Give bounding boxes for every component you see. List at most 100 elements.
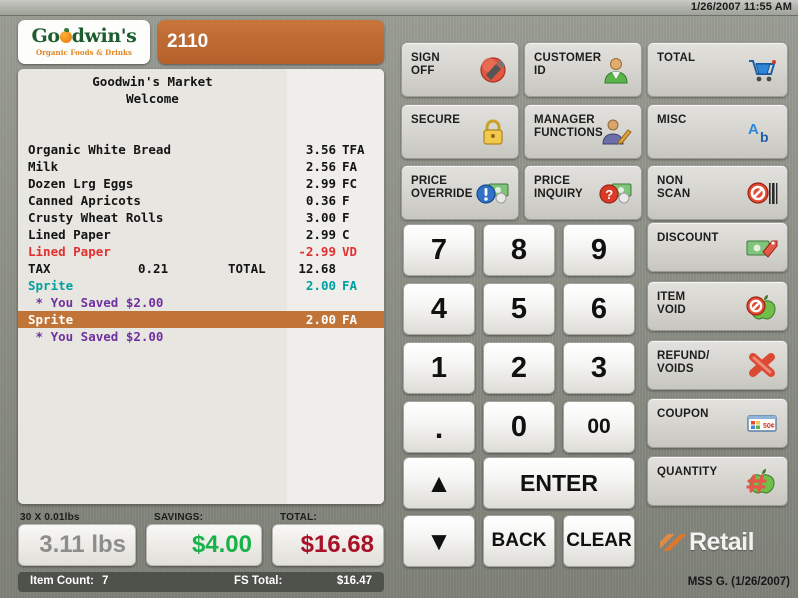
function-button-discount[interactable]: DISCOUNT xyxy=(647,222,788,272)
function-button-coupon[interactable]: COUPON 50¢ xyxy=(647,398,788,448)
svg-text:b: b xyxy=(760,129,769,145)
orange-fruit-icon xyxy=(59,28,72,43)
receipt-line-item[interactable]: * You Saved $2.00 xyxy=(18,328,384,345)
retail-brand-logo: Retail xyxy=(660,528,755,557)
function-button-label: REFUND/VOIDS xyxy=(657,350,710,375)
keypad-clear-button[interactable]: CLEAR xyxy=(563,515,635,567)
weight-label: 30 X 0.01lbs xyxy=(20,512,80,523)
logo-text-part2: dwin's xyxy=(71,25,137,47)
sign-off-plug-icon xyxy=(476,55,510,85)
function-button-manager-functions[interactable]: MANAGER FUNCTIONS xyxy=(524,104,642,159)
receipt-item-tax-code: FA xyxy=(342,278,358,293)
function-button-misc[interactable]: MISC Ab xyxy=(647,104,788,159)
function-button-secure[interactable]: SECURE xyxy=(401,104,519,159)
receipt-item-description: * You Saved $2.00 xyxy=(28,329,164,344)
retail-logo-text: Retail xyxy=(689,528,755,556)
function-button-customer-id[interactable]: CUSTOMER ID xyxy=(524,42,642,97)
receipt-item-amount: 2.99 xyxy=(305,176,336,191)
store-logo-text: Go dwin's xyxy=(32,27,137,46)
receipt-item-amount: 2.00 xyxy=(305,278,336,293)
receipt-item-description: Organic White Bread xyxy=(28,142,171,157)
receipt-line-item[interactable]: Sprite 2.00 FA xyxy=(18,277,384,294)
ab-letters-icon: Ab xyxy=(745,117,779,147)
keypad-enter-button[interactable]: ENTER xyxy=(483,457,635,509)
receipt-item-amount: 12.68 xyxy=(298,261,336,276)
receipt-item-description: Sprite xyxy=(28,278,74,293)
receipt-item-tax-code: F xyxy=(342,210,350,225)
keypad-down-arrow-button[interactable]: ▼ xyxy=(403,515,475,567)
keypad-key-9[interactable]: 9 xyxy=(563,224,635,276)
receipt-line-item[interactable]: Lined Paper 2.99 C xyxy=(18,226,384,243)
store-tagline: Organic Foods & Drinks xyxy=(35,48,133,57)
keypad-key-6[interactable]: 6 xyxy=(563,283,635,335)
fs-total-label: FS Total: xyxy=(234,575,283,587)
keypad-up-arrow-button[interactable]: ▲ xyxy=(403,457,475,509)
receipt-spacer xyxy=(18,107,384,141)
keypad-key-4[interactable]: 4 xyxy=(403,283,475,335)
receipt-line-item[interactable]: Organic White Bread 3.56 TFA xyxy=(18,141,384,158)
keypad-key-1[interactable]: 1 xyxy=(403,342,475,394)
total-label: TOTAL: xyxy=(280,512,317,523)
receipt-total-label: TOTAL xyxy=(228,261,266,276)
receipt-header-line: Welcome xyxy=(126,91,179,106)
operator-status: MSS G. (1/26/2007) xyxy=(687,576,790,588)
store-logo: Go dwin's Organic Foods & Drinks xyxy=(18,20,150,64)
function-button-label: MISC xyxy=(657,114,687,126)
keypad-key-decimal[interactable]: . xyxy=(403,401,475,453)
function-button-refund-voids[interactable]: REFUND/VOIDS xyxy=(647,340,788,390)
receipt-item-description: * You Saved $2.00 xyxy=(28,295,164,310)
function-button-non-scan[interactable]: NON SCAN xyxy=(647,165,788,220)
receipt-item-amount: 2.56 xyxy=(305,159,336,174)
function-button-label: PRICE INQUIRY xyxy=(534,175,583,200)
function-button-price-inquiry[interactable]: PRICE INQUIRY? xyxy=(524,165,642,220)
receipt-item-amount: 3.56 xyxy=(305,142,336,157)
keypad-key-8[interactable]: 8 xyxy=(483,224,555,276)
receipt-line-item[interactable]: Lined Paper -2.99 VD xyxy=(18,243,384,260)
function-button-label: QUANTITY xyxy=(657,466,718,478)
keypad-key-00[interactable]: 00 xyxy=(563,401,635,453)
receipt-panel[interactable]: Goodwin's Market Welcome Organic White Bre… xyxy=(18,69,384,504)
receipt-item-description: Canned Apricots xyxy=(28,193,141,208)
receipt-line-item[interactable]: Dozen Lrg Eggs 2.99 FC xyxy=(18,175,384,192)
keypad-key-5[interactable]: 5 xyxy=(483,283,555,335)
receipt-line-list: Goodwin's Market Welcome Organic White Bre… xyxy=(18,69,384,345)
no-barcode-icon xyxy=(745,178,779,208)
receipt-item-amount: 3.00 xyxy=(305,210,336,225)
keypad-key-3[interactable]: 3 xyxy=(563,342,635,394)
receipt-line-item[interactable]: Sprite 2.00 FA xyxy=(18,311,384,328)
receipt-item-tax-code: C xyxy=(342,227,350,242)
receipt-item-tax-code: FA xyxy=(342,159,358,174)
savings-label: SAVINGS: xyxy=(154,512,204,523)
no-apple-icon xyxy=(745,291,779,321)
function-button-label: NON SCAN xyxy=(657,175,691,200)
receipt-item-description: Lined Paper xyxy=(28,227,111,242)
coupon-ticket-icon: 50¢ xyxy=(745,408,779,438)
receipt-item-tax-code: FA xyxy=(342,312,358,327)
keypad-key-0[interactable]: 0 xyxy=(483,401,555,453)
keypad-key-2[interactable]: 2 xyxy=(483,342,555,394)
svg-text:A: A xyxy=(748,121,759,138)
logo-text-part1: Go xyxy=(31,25,61,47)
receipt-line-item[interactable]: Crusty Wheat Rolls 3.00 F xyxy=(18,209,384,226)
function-button-price-override[interactable]: PRICE OVERRIDE xyxy=(401,165,519,220)
function-button-item-void[interactable]: ITEM VOID xyxy=(647,281,788,331)
function-button-total[interactable]: TOTAL xyxy=(647,42,788,97)
padlock-icon xyxy=(476,117,510,147)
receipt-item-amount: 2.99 xyxy=(305,227,336,242)
function-button-quantity[interactable]: QUANTITY xyxy=(647,456,788,506)
receipt-tax-amount: 0.21 xyxy=(138,261,169,276)
receipt-line-item[interactable]: Canned Apricots 0.36 F xyxy=(18,192,384,209)
status-bar: Item Count: 7 FS Total: $16.47 xyxy=(18,572,384,592)
svg-text:?: ? xyxy=(605,187,613,202)
receipt-header-line: Goodwin's Market xyxy=(92,74,213,89)
receipt-line-item[interactable]: Milk 2.56 FA xyxy=(18,158,384,175)
receipt-line-item[interactable]: * You Saved $2.00 xyxy=(18,294,384,311)
receipt-item-amount: -2.99 xyxy=(298,244,336,259)
function-button-sign-off[interactable]: SIGN OFF xyxy=(401,42,519,97)
receipt-item-amount: 0.36 xyxy=(305,193,336,208)
total-display: $16.68 xyxy=(272,524,384,566)
receipt-line-item[interactable]: TAX 0.21 TOTAL 12.68 xyxy=(18,260,384,277)
keypad-key-7[interactable]: 7 xyxy=(403,224,475,276)
red-question-money-icon: ? xyxy=(599,178,633,208)
keypad-back-button[interactable]: BACK xyxy=(483,515,555,567)
